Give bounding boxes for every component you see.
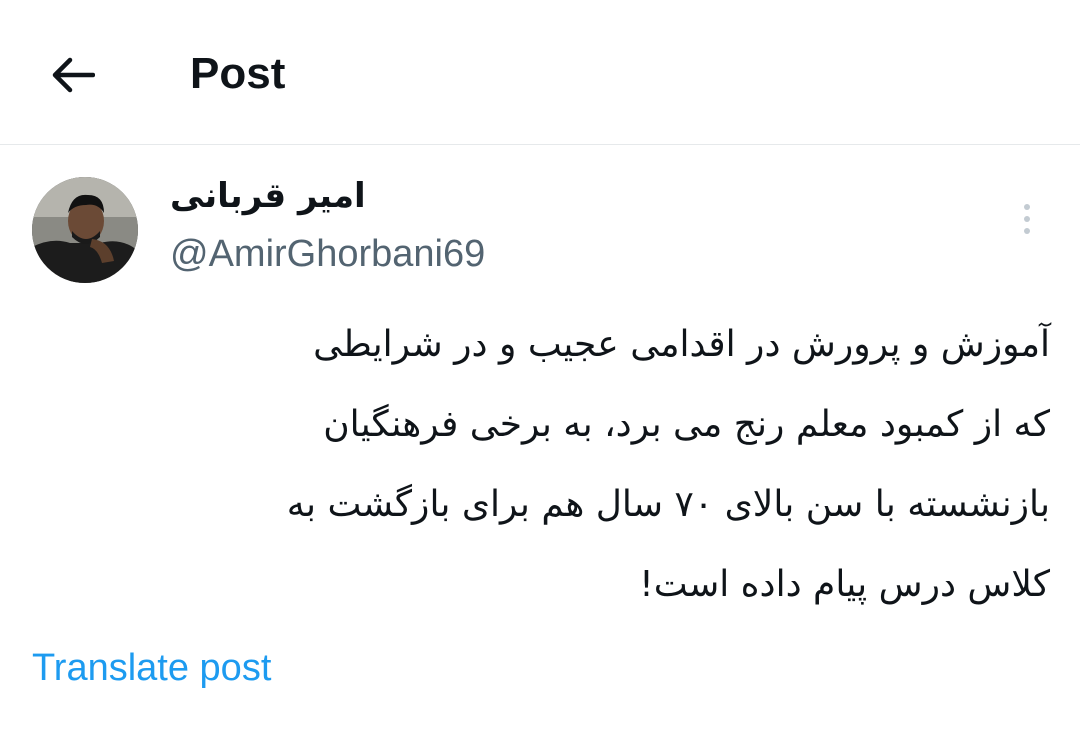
page-title: Post bbox=[190, 49, 286, 98]
arrow-left-icon bbox=[52, 57, 95, 93]
avatar[interactable] bbox=[32, 177, 138, 283]
more-vertical-icon bbox=[1024, 204, 1030, 210]
translate-post-link[interactable]: Translate post bbox=[32, 642, 271, 694]
tweet-text-line: کلاس درس پیام داده است! bbox=[639, 564, 1050, 605]
tweet-text-line: که از کمبود معلم رنج می برد، به برخی فره… bbox=[323, 404, 1050, 445]
top-bar: Post bbox=[0, 0, 1080, 145]
author-handle[interactable]: @AmirGhorbani69 bbox=[170, 228, 485, 280]
tweet-text: آموزش و پرورش در اقدامی عجیب و در شرایطی… bbox=[90, 305, 1050, 625]
tweet-text-line: بازنشسته با سن بالای ۷۰ سال هم برای بازگ… bbox=[286, 484, 1050, 525]
back-button[interactable] bbox=[46, 48, 100, 102]
user-avatar-icon bbox=[32, 177, 138, 283]
more-vertical-icon bbox=[1024, 228, 1030, 234]
tweet-text-line: آموزش و پرورش در اقدامی عجیب و در شرایطی bbox=[313, 324, 1050, 365]
more-options-button[interactable] bbox=[1008, 198, 1046, 240]
author-name[interactable]: امیر قربانی bbox=[170, 172, 366, 220]
more-vertical-icon bbox=[1024, 216, 1030, 222]
